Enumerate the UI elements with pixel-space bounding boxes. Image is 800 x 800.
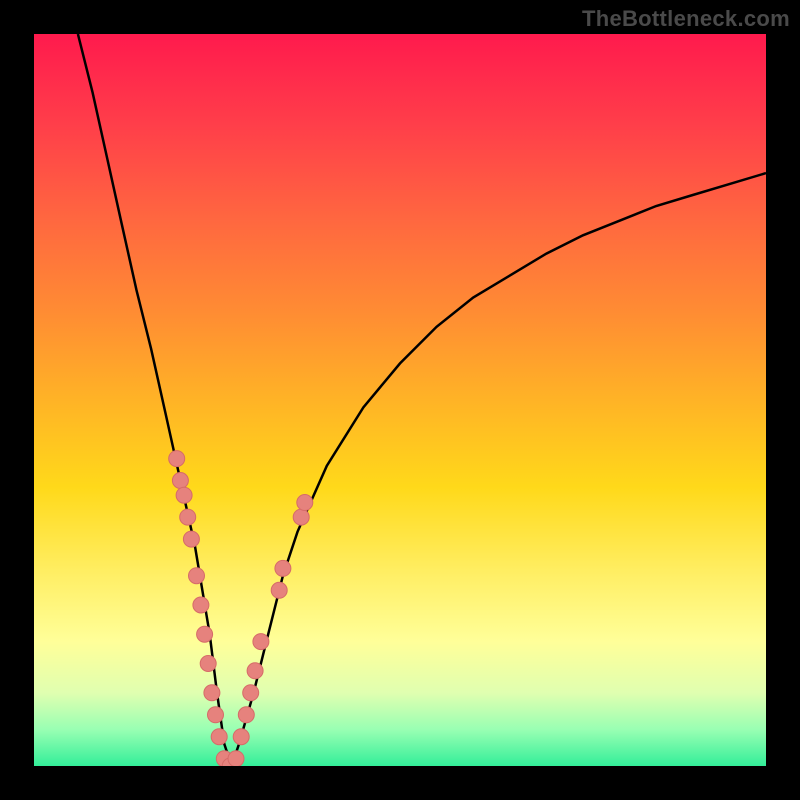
curve-group bbox=[78, 34, 766, 766]
data-point bbox=[180, 509, 196, 525]
data-point bbox=[271, 582, 287, 598]
data-point bbox=[172, 473, 188, 489]
data-point bbox=[211, 729, 227, 745]
watermark-text: TheBottleneck.com bbox=[582, 6, 790, 32]
data-point bbox=[253, 634, 269, 650]
chart-svg bbox=[34, 34, 766, 766]
data-point bbox=[247, 663, 263, 679]
data-point bbox=[193, 597, 209, 613]
data-point bbox=[275, 560, 291, 576]
data-point bbox=[228, 751, 244, 766]
data-point bbox=[204, 685, 220, 701]
bottleneck-curve-path bbox=[78, 34, 766, 766]
chart-container: TheBottleneck.com bbox=[0, 0, 800, 800]
data-point bbox=[183, 531, 199, 547]
data-point bbox=[238, 707, 254, 723]
data-point bbox=[176, 487, 192, 503]
data-point bbox=[297, 495, 313, 511]
plot-area bbox=[34, 34, 766, 766]
data-point bbox=[200, 656, 216, 672]
data-point bbox=[293, 509, 309, 525]
data-point bbox=[233, 729, 249, 745]
data-point bbox=[208, 707, 224, 723]
data-point bbox=[243, 685, 259, 701]
data-points-group bbox=[169, 451, 313, 766]
data-point bbox=[197, 626, 213, 642]
data-point bbox=[169, 451, 185, 467]
data-point bbox=[189, 568, 205, 584]
